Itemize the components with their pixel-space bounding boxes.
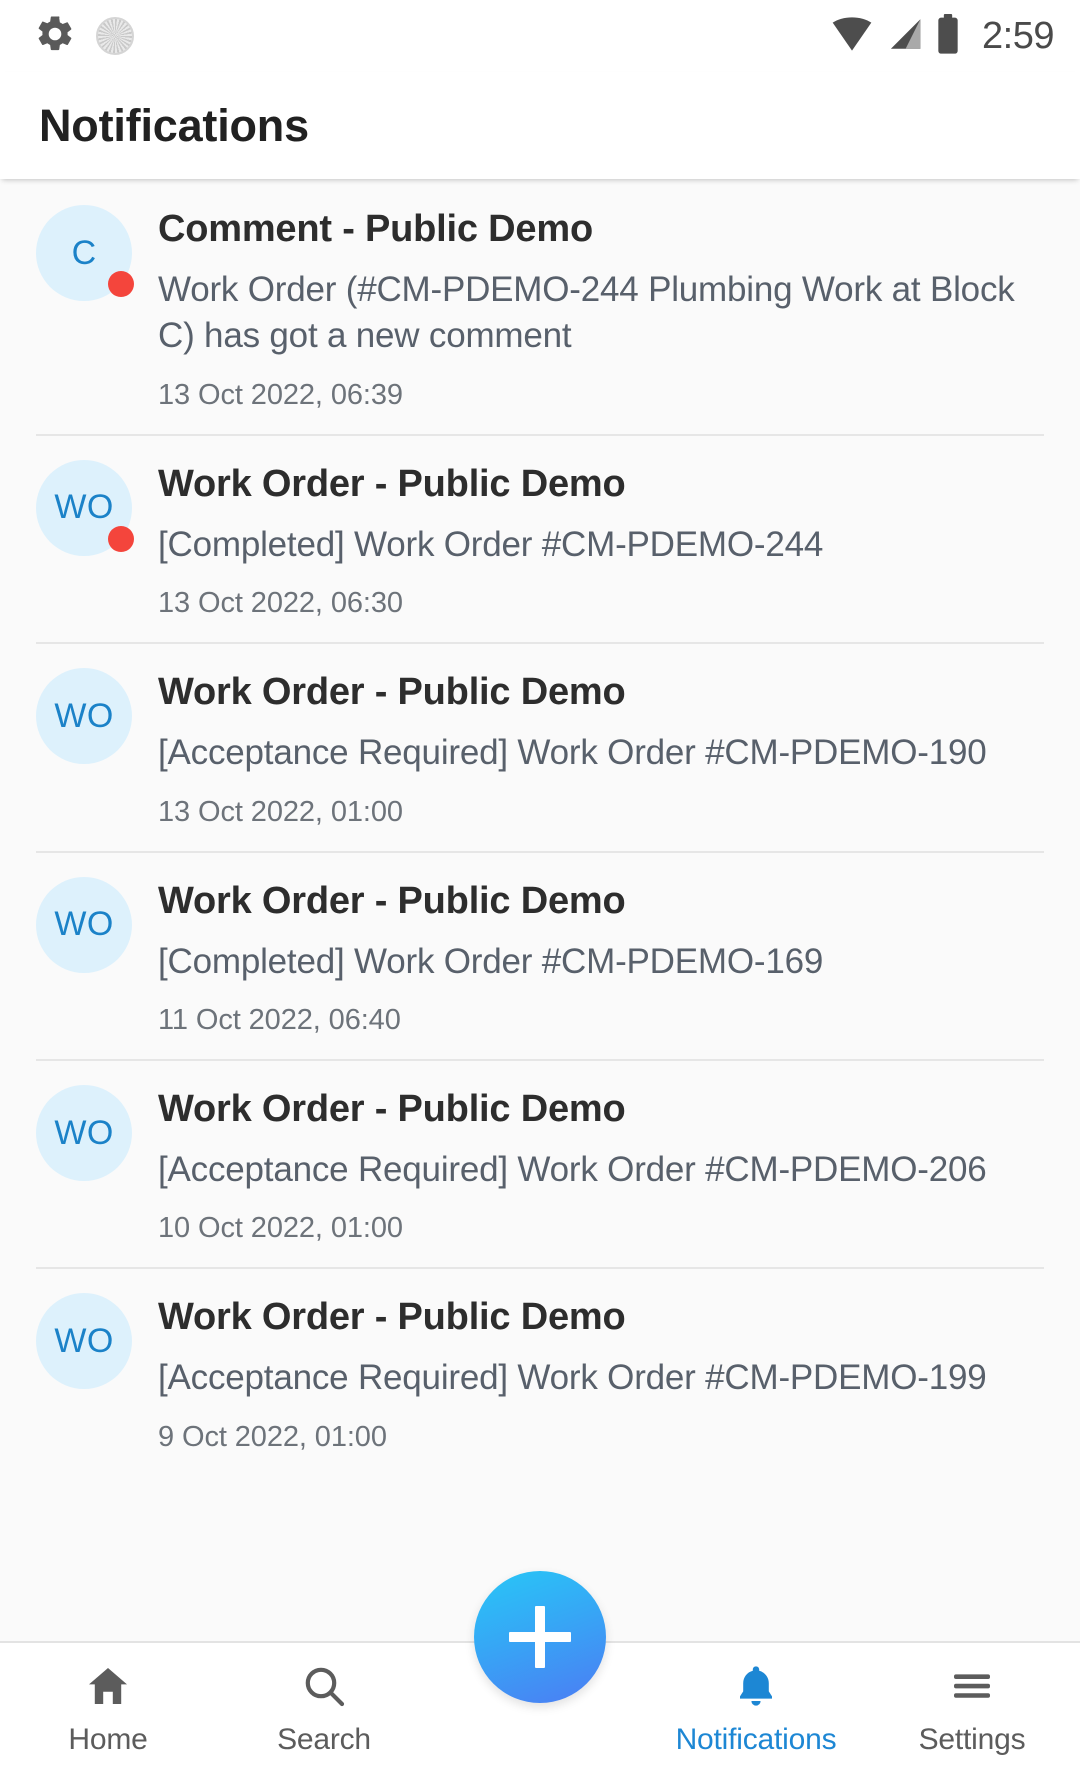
nav-label-search: Search — [277, 1723, 371, 1756]
nav-item-settings[interactable]: Settings — [864, 1661, 1080, 1757]
menu-icon — [948, 1661, 996, 1711]
avatar: WO — [36, 1293, 132, 1390]
app-bar: Notifications — [0, 72, 1080, 179]
home-icon — [84, 1661, 132, 1711]
notification-body: Work Order - Public Demo [Completed] Work… — [158, 877, 1044, 1037]
nav-label-settings: Settings — [918, 1723, 1026, 1756]
nav-item-search[interactable]: Search — [216, 1661, 432, 1757]
bell-icon — [732, 1661, 780, 1711]
avatar-wrap: C — [36, 205, 134, 301]
avatar: WO — [36, 876, 132, 973]
battery-icon — [936, 13, 960, 59]
avatar-wrap: WO — [36, 876, 132, 973]
notification-timestamp: 13 Oct 2022, 01:00 — [158, 795, 403, 828]
notification-body: Work Order - Public Demo [Acceptance Requ… — [158, 1085, 1044, 1245]
notification-timestamp: 13 Oct 2022, 06:39 — [158, 378, 403, 411]
plus-icon — [509, 1606, 571, 1668]
unread-dot-icon — [108, 525, 134, 552]
notification-list[interactable]: C Comment - Public Demo Work Order (#CM-PD… — [0, 179, 1080, 1641]
search-icon — [300, 1661, 348, 1711]
notification-timestamp: 10 Oct 2022, 01:00 — [158, 1212, 403, 1245]
status-bar-left-icons — [34, 13, 134, 60]
notification-body: Work Order - Public Demo [Acceptance Requ… — [158, 1293, 1044, 1453]
notification-title: Work Order - Public Demo — [158, 671, 626, 714]
notification-title: Comment - Public Demo — [158, 208, 593, 250]
notification-timestamp: 9 Oct 2022, 01:00 — [158, 1420, 387, 1453]
notification-message: [Completed] Work Order #CM-PDEMO-244 — [158, 524, 824, 564]
status-bar: 2:59 — [0, 0, 1080, 72]
app-screen: 2:59 Notifications C Comment - Public Dem… — [0, 0, 1080, 1789]
notification-body: Comment - Public Demo Work Order (#CM-PDE… — [158, 205, 1044, 412]
notification-timestamp: 11 Oct 2022, 06:40 — [158, 1004, 401, 1037]
nav-label-home: Home — [68, 1723, 148, 1756]
avatar-wrap: WO — [36, 1085, 132, 1182]
notification-item[interactable]: WO Work Order - Public Demo [Completed] Wo… — [0, 850, 1080, 1060]
notification-message: Work Order (#CM-PDEMO-244 Plumbing Work … — [158, 269, 1015, 356]
cellular-signal-icon — [886, 17, 922, 56]
notification-title: Work Order - Public Demo — [158, 879, 626, 922]
notification-timestamp: 13 Oct 2022, 06:30 — [158, 587, 403, 620]
notification-message: [Acceptance Required] Work Order #CM-PDE… — [158, 1149, 987, 1189]
notification-message: [Acceptance Required] Work Order #CM-PDE… — [158, 733, 987, 773]
avatar: WO — [36, 1085, 132, 1182]
notification-title: Work Order - Public Demo — [158, 1088, 626, 1131]
gear-icon — [34, 13, 76, 60]
notification-title: Work Order - Public Demo — [158, 1296, 626, 1339]
notification-body: Work Order - Public Demo [Completed] Work… — [158, 460, 1044, 620]
add-button[interactable] — [474, 1571, 606, 1703]
nav-item-home[interactable]: Home — [0, 1661, 216, 1757]
notification-item[interactable]: WO Work Order - Public Demo [Acceptance Re… — [0, 642, 1080, 851]
notification-message: [Completed] Work Order #CM-PDEMO-169 — [158, 941, 824, 981]
notification-body: Work Order - Public Demo [Acceptance Requ… — [158, 668, 1044, 828]
notification-message: [Acceptance Required] Work Order #CM-PDE… — [158, 1358, 987, 1398]
notification-item[interactable]: WO Work Order - Public Demo [Acceptance Re… — [0, 1267, 1080, 1476]
avatar-wrap: WO — [36, 459, 134, 556]
notification-item[interactable]: WO Work Order - Public Demo [Acceptance Re… — [0, 1059, 1080, 1268]
wifi-icon — [832, 16, 872, 56]
unread-dot-icon — [108, 271, 134, 297]
nav-label-notifications: Notifications — [675, 1723, 837, 1756]
avatar: WO — [36, 668, 132, 765]
nav-item-notifications[interactable]: Notifications — [648, 1661, 864, 1757]
avatar-wrap: WO — [36, 668, 132, 765]
page-title: Notifications — [39, 99, 309, 151]
notification-item[interactable]: C Comment - Public Demo Work Order (#CM-PD… — [0, 179, 1080, 434]
status-bar-right-icons: 2:59 — [832, 13, 1054, 59]
status-bar-clock: 2:59 — [982, 14, 1054, 57]
notification-title: Work Order - Public Demo — [158, 462, 626, 505]
avatar-wrap: WO — [36, 1293, 132, 1390]
notification-item[interactable]: WO Work Order - Public Demo [Completed] Wo… — [0, 433, 1080, 643]
loading-spinner-icon — [96, 17, 134, 55]
